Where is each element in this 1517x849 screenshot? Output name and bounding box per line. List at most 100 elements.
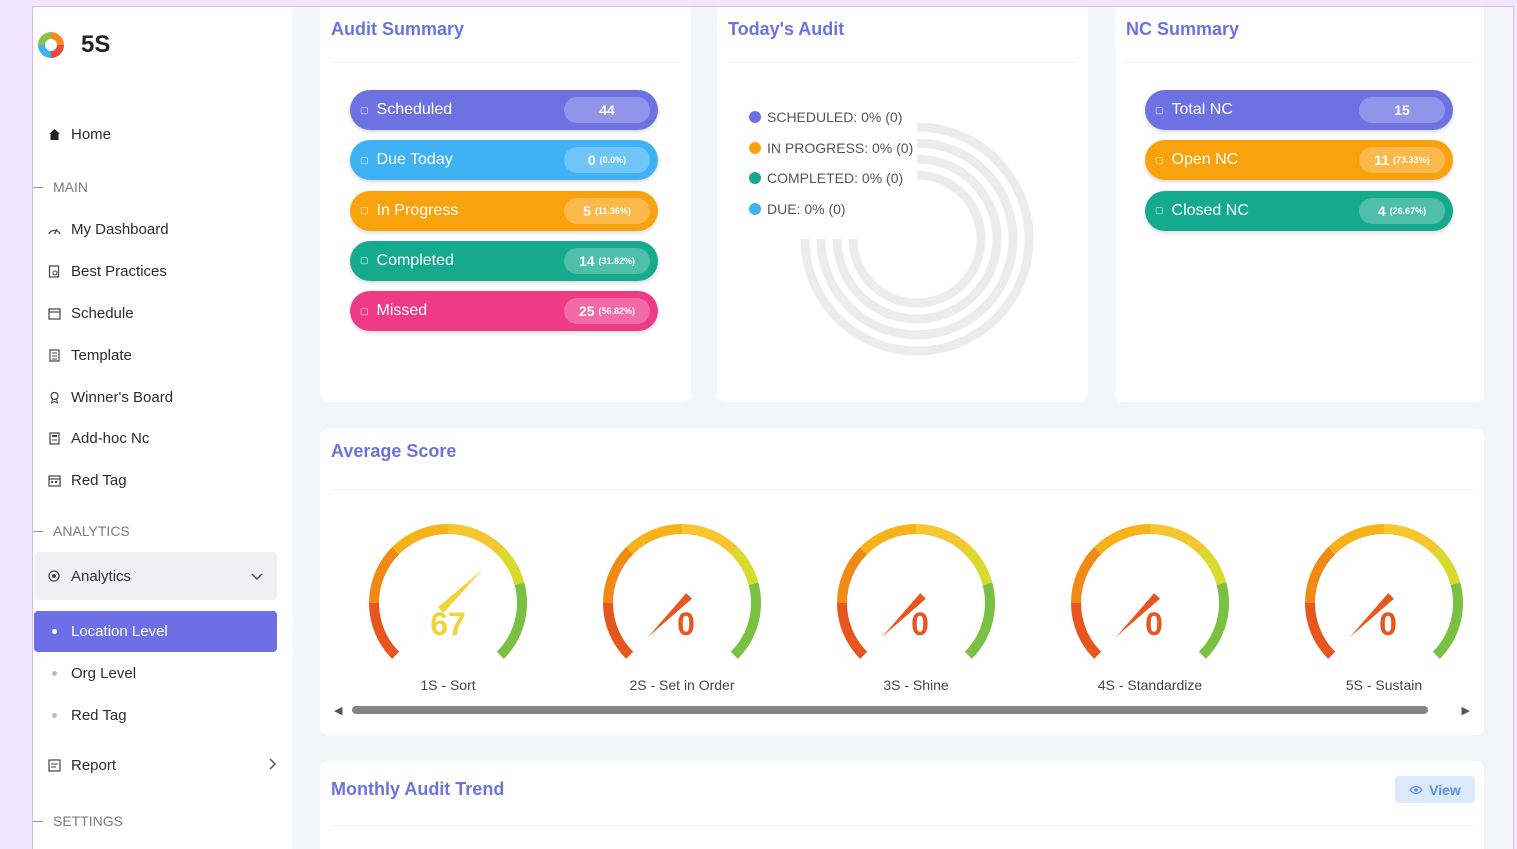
percent-value: (0.0%): [599, 155, 627, 166]
card-title: NC Summary: [1126, 19, 1240, 39]
pill-label: In Progress: [376, 201, 459, 219]
completed-pill[interactable]: ▢ Completed 14 (31.82%): [350, 240, 658, 281]
legend-label: DUE: 0% (0): [767, 200, 846, 217]
average-score-card: Average Score 67 1S - Sort 0 2S - Set in Or…: [320, 429, 1484, 735]
count-value: 15: [1394, 102, 1410, 118]
sidebar-item-my-dashboard[interactable]: My Dashboard: [47, 214, 277, 244]
gauge-dial: 0: [837, 524, 995, 659]
sidebar-item-label: Analytics: [71, 567, 132, 585]
form-icon: [47, 431, 61, 445]
legend-label: SCHEDULED: 0% (0): [767, 109, 903, 126]
due-today-pill[interactable]: ▢ Due Today 0 (0.0%): [350, 140, 658, 181]
sidebar-item-location-level[interactable]: Location Level: [34, 611, 277, 652]
sidebar-item-label: Template: [71, 346, 132, 364]
gauge-value: 0: [677, 606, 695, 642]
status-icon: ▢: [1155, 104, 1164, 115]
app-logo[interactable]: 5S: [35, 29, 110, 61]
count-value: 4: [1377, 202, 1386, 219]
gauge-arc-segment: [603, 547, 634, 604]
pill-value: 14 (31.82%): [564, 247, 650, 274]
legend-dot: [749, 111, 761, 124]
sidebar-item-report[interactable]: Report: [47, 750, 277, 780]
gauge-2s: 0 2S - Set in Order: [587, 511, 777, 693]
gauge-arc-segment: [730, 547, 759, 586]
card-title: Today's Audit: [728, 19, 845, 39]
pill-value: 11 (73.33%): [1359, 147, 1445, 174]
sidebar-item-add-hoc-nc[interactable]: Add-hoc Nc: [47, 423, 277, 453]
status-icon: ▢: [360, 104, 369, 115]
gauge-arc-segment: [964, 582, 995, 659]
gauge-arc-segment: [447, 524, 504, 555]
chart-legend: SCHEDULED: 0% (0) IN PROGRESS: 0% (0) COMP…: [749, 102, 913, 224]
gauge-arc-segment: [730, 582, 761, 659]
analytics-icon: [47, 569, 61, 583]
missed-pill[interactable]: ▢ Missed 25 (56.82%): [350, 291, 658, 332]
gauge-3s: 0 3S - Shine: [821, 511, 1011, 693]
in-progress-pill[interactable]: ▢ In Progress 5 (11.36%): [350, 190, 658, 231]
gauge-value: 0: [1379, 606, 1397, 642]
gauge-value: 0: [911, 606, 929, 642]
scroll-left-icon[interactable]: ◀: [334, 704, 342, 717]
percent-value: (11.36%): [594, 205, 631, 216]
sidebar-item-analytics-red-tag[interactable]: Red Tag: [52, 707, 127, 724]
gauge-arc-segment: [496, 547, 525, 586]
gauge-4s: 0 4S - Standardize: [1055, 511, 1245, 693]
sidebar-item-red-tag[interactable]: Red Tag: [47, 465, 277, 495]
gauge-label: 5S - Sustain: [1345, 677, 1423, 693]
scroll-thumb[interactable]: [352, 706, 1428, 714]
bullet-icon: [52, 713, 57, 718]
sidebar-item-analytics[interactable]: Analytics: [35, 552, 277, 600]
sidebar-item-label: Winner's Board: [71, 388, 174, 406]
scroll-right-icon[interactable]: ▶: [1462, 704, 1470, 717]
status-icon: ▢: [360, 154, 369, 165]
gauge-arc-segment: [1198, 547, 1227, 586]
eye-icon: [1409, 782, 1424, 798]
total-nc-pill[interactable]: ▢ Total NC 15: [1145, 90, 1453, 130]
nc-summary-card: NC Summary ▢ Total NC 15 ▢ Open NC 11 (73.33%)…: [1115, 7, 1484, 402]
count-value: 14: [578, 252, 595, 269]
gauge-arc-segment: [1383, 524, 1440, 555]
sidebar-item-best-practices[interactable]: Best Practices: [47, 256, 277, 286]
monthly-trend-card: Monthly Audit Trend View: [320, 761, 1484, 849]
legend-item[interactable]: COMPLETED: 0% (0): [749, 163, 913, 194]
app-frame: 5S Home MAIN My Dashboard Best Practices: [32, 6, 1514, 849]
sidebar-item-label: My Dashboard: [71, 220, 169, 238]
gauge-5s: 0 5S - Sustain: [1289, 511, 1479, 693]
sidebar-item-schedule[interactable]: Schedule: [47, 298, 277, 328]
gauge-arc-segment: [964, 547, 993, 586]
open-nc-pill[interactable]: ▢ Open NC 11 (73.33%): [1145, 140, 1453, 181]
scheduled-pill[interactable]: ▢ Scheduled 44: [350, 90, 658, 130]
sidebar-item-template[interactable]: Template: [47, 340, 277, 370]
sidebar-item-label: Report: [71, 756, 117, 774]
sidebar-item-winners-board[interactable]: Winner's Board: [47, 382, 277, 412]
gauge-arc-segment: [626, 524, 683, 555]
legend-item[interactable]: DUE: 0% (0): [749, 194, 913, 225]
horizontal-scrollbar[interactable]: ◀ ▶: [334, 704, 1470, 717]
percent-value: (26.67%): [1389, 205, 1427, 216]
legend-dot: [749, 172, 761, 185]
view-button[interactable]: View: [1395, 776, 1475, 803]
gauge-arc-segment: [915, 524, 972, 555]
percent-value: (56.82%): [598, 306, 636, 317]
gauge-arc-segment: [860, 524, 917, 555]
pill-label: Scheduled: [376, 101, 453, 118]
gauge-arc-segment: [681, 524, 738, 555]
gauge-dial: 0: [1071, 524, 1229, 659]
dashboard-icon: [47, 222, 61, 236]
gauge-arc-segment: [837, 547, 868, 604]
sidebar-item-label: Add-hoc Nc: [71, 429, 150, 447]
closed-nc-pill[interactable]: ▢ Closed NC 4 (26.67%): [1145, 190, 1453, 231]
sidebar-item-home[interactable]: Home: [47, 119, 277, 149]
calendar-icon: [47, 473, 61, 487]
legend-item[interactable]: IN PROGRESS: 0% (0): [749, 133, 913, 164]
pill-label: Due Today: [376, 151, 453, 169]
legend-item[interactable]: SCHEDULED: 0% (0): [749, 102, 913, 133]
document-search-icon: [47, 264, 61, 278]
gauge-1s: 67 1S - Sort: [353, 511, 543, 693]
gauge-dial: 67: [369, 524, 527, 659]
gauge-arc-segment: [1305, 602, 1336, 659]
gauge-dial: 0: [603, 524, 761, 659]
pill-label: Completed: [376, 251, 454, 269]
sidebar-item-org-level[interactable]: Org Level: [52, 665, 136, 682]
section-settings: SETTINGS: [33, 813, 123, 829]
